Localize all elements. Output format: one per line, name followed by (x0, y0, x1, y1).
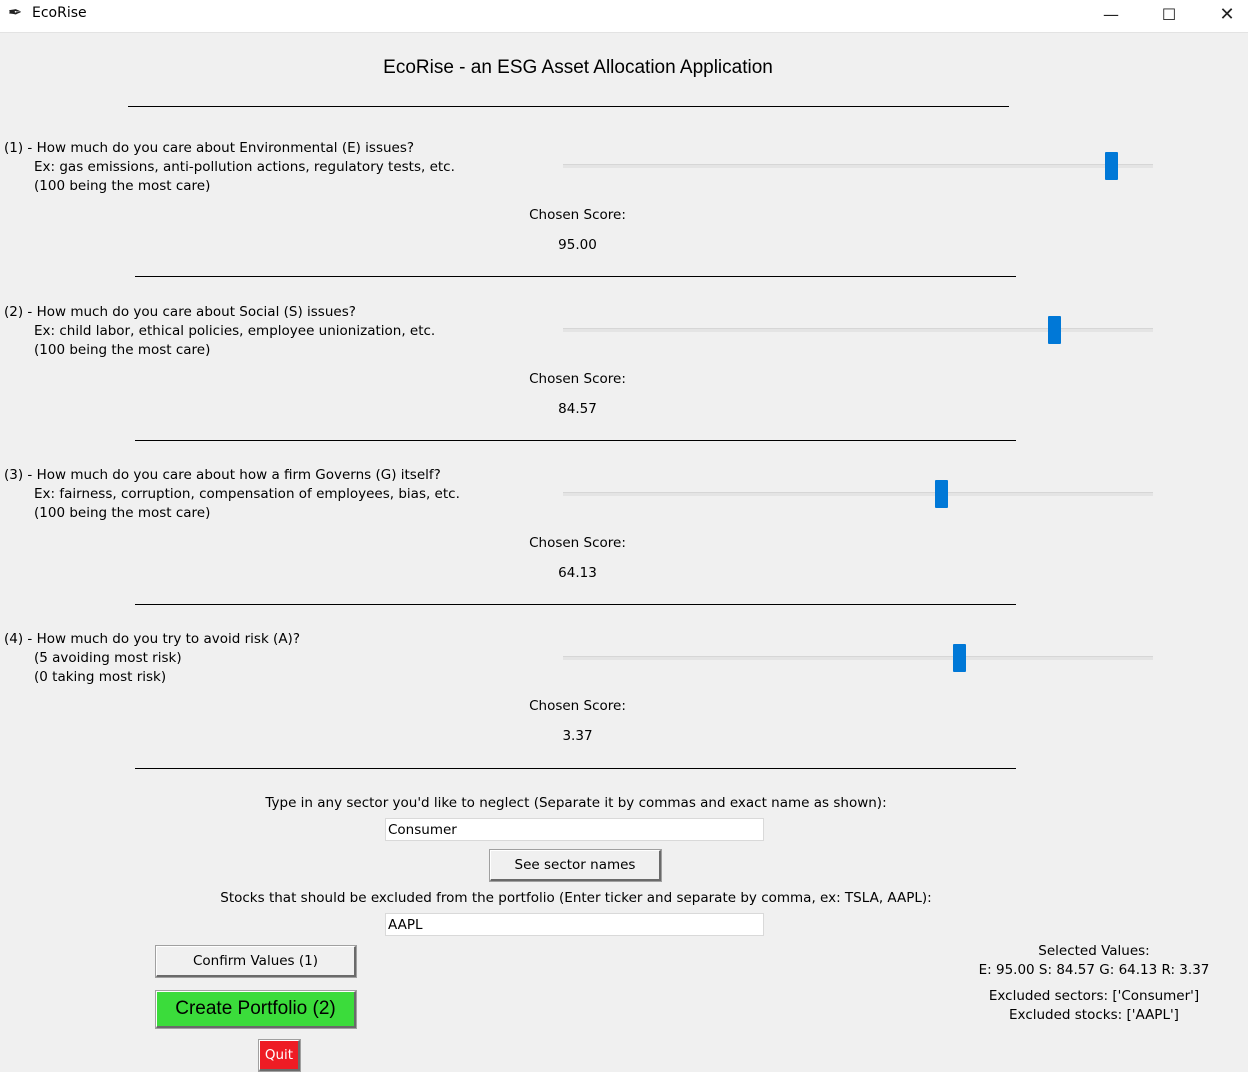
social-slider[interactable] (563, 315, 1153, 345)
question-1-example: Ex: gas emissions, anti-pollution action… (34, 159, 455, 175)
question-2-score: 84.57 (558, 401, 597, 417)
section-separator (135, 604, 1016, 605)
excluded-sectors: Excluded sectors: ['Consumer'] (988, 988, 1200, 1004)
question-1-score: 95.00 (558, 237, 597, 253)
question-2-hint: (100 being the most care) (34, 342, 211, 358)
minimize-button[interactable]: — (1088, 0, 1134, 32)
create-portfolio-button[interactable]: Create Portfolio (2) (155, 990, 357, 1029)
question-2-title: (2) - How much do you care about Social … (4, 304, 356, 320)
sector-input[interactable] (385, 818, 764, 841)
minimize-icon: — (1103, 5, 1119, 24)
maximize-button[interactable]: ☐ (1146, 0, 1192, 32)
page-title: EcoRise - an ESG Asset Allocation Applic… (383, 57, 773, 78)
close-button[interactable]: ✕ (1204, 0, 1248, 32)
quit-button[interactable]: Quit (258, 1039, 301, 1072)
risk-slider[interactable] (563, 643, 1153, 673)
slider-thumb[interactable] (1047, 316, 1061, 344)
environmental-slider[interactable] (563, 151, 1153, 181)
summary-values: E: 95.00 S: 84.57 G: 64.13 R: 3.37 (978, 962, 1210, 978)
slider-track (563, 492, 1153, 496)
question-3-score: 64.13 (558, 565, 597, 581)
section-separator (135, 440, 1016, 441)
section-separator (135, 276, 1016, 277)
feather-icon: ✒ (8, 3, 23, 23)
question-3-title: (3) - How much do you care about how a f… (4, 467, 441, 483)
question-3-example: Ex: fairness, corruption, compensation o… (34, 486, 460, 502)
question-4-hint-low: (0 taking most risk) (34, 669, 167, 685)
governance-slider[interactable] (563, 479, 1153, 509)
question-1-hint: (100 being the most care) (34, 178, 211, 194)
slider-thumb[interactable] (1105, 152, 1119, 180)
question-4-score: 3.37 (562, 728, 593, 744)
slider-thumb[interactable] (952, 644, 966, 672)
question-4-hint-high: (5 avoiding most risk) (34, 650, 182, 666)
question-1-chosen-label: Chosen Score: (529, 207, 626, 223)
stocks-input[interactable] (385, 913, 764, 936)
stocks-prompt: Stocks that should be excluded from the … (220, 890, 932, 906)
question-3-chosen-label: Chosen Score: (529, 535, 626, 551)
question-2-example: Ex: child labor, ethical policies, emplo… (34, 323, 436, 339)
question-4-chosen-label: Chosen Score: (529, 698, 626, 714)
question-1-title: (1) - How much do you care about Environ… (4, 140, 415, 156)
question-2-chosen-label: Chosen Score: (529, 371, 626, 387)
slider-track (563, 164, 1153, 168)
question-3-hint: (100 being the most care) (34, 505, 211, 521)
maximize-icon: ☐ (1161, 5, 1177, 24)
question-4-title: (4) - How much do you try to avoid risk … (4, 631, 300, 647)
sector-prompt: Type in any sector you'd like to neglect… (265, 795, 887, 811)
window-title: EcoRise (32, 5, 87, 21)
slider-thumb[interactable] (934, 480, 948, 508)
close-icon: ✕ (1219, 4, 1235, 25)
confirm-values-button[interactable]: Confirm Values (1) (155, 945, 357, 978)
title-bar: ✒ EcoRise — ☐ ✕ (0, 0, 1248, 33)
slider-track (563, 656, 1153, 660)
excluded-stocks: Excluded stocks: ['AAPL'] (1009, 1007, 1179, 1023)
section-separator (135, 768, 1016, 769)
summary-title: Selected Values: (1038, 943, 1150, 959)
slider-track (563, 328, 1153, 332)
header-separator (128, 106, 1009, 107)
see-sector-names-button[interactable]: See sector names (489, 849, 662, 882)
